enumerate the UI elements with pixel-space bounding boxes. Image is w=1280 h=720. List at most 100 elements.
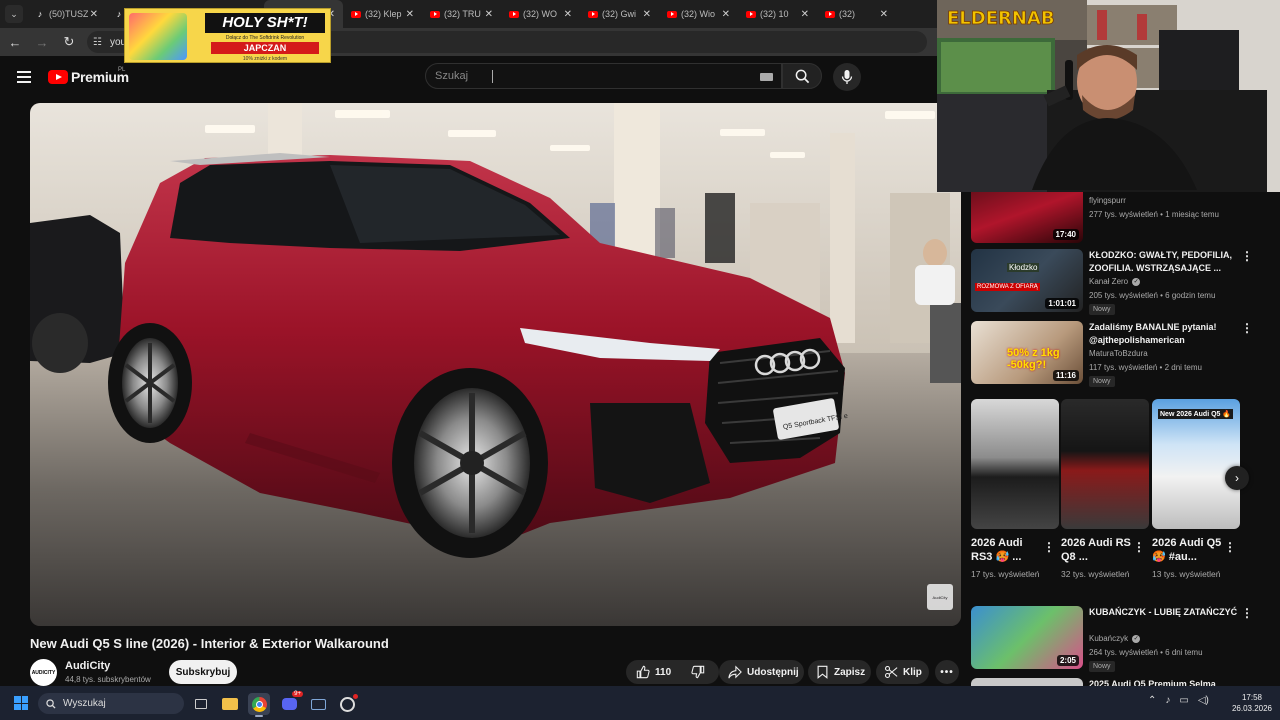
more-options-icon[interactable]: ⋮ [1241,321,1253,335]
webcam-sign: ELDERNAB [947,8,1055,29]
share-button[interactable]: Udostępnij [719,660,804,684]
like-button[interactable]: 110 [626,660,681,684]
short-thumbnail-1[interactable] [1061,399,1149,529]
more-actions-button[interactable]: ••• [935,660,959,684]
more-options-icon[interactable]: ⋮ [1241,249,1253,263]
browser-tab-8[interactable]: (32) Wio ✕ [659,0,738,28]
close-tab-icon[interactable]: ✕ [90,9,98,20]
more-options-icon[interactable]: ⋮ [1043,540,1055,554]
short-title-0[interactable]: 2026 Audi RS3 🥵 ... [971,536,1041,564]
short-views-1: 32 tys. wyświetleń [1061,569,1130,579]
close-tab-icon[interactable]: ✕ [406,9,414,20]
tiktok-icon: ♪ [116,9,122,19]
voice-search-button[interactable] [833,63,861,91]
task-view-icon[interactable] [190,693,212,715]
bookmark-icon [817,665,828,679]
discord-icon[interactable]: 9+ [278,691,303,715]
site-info-icon[interactable]: ☷ [93,37,102,48]
channel-avatar[interactable]: AUDICITY [30,659,57,686]
ad-banner[interactable]: HOLY SH*T! Dołącz do The Softdrink Revol… [124,8,331,63]
back-icon[interactable]: ← [3,30,27,54]
keyboard-icon[interactable] [760,73,773,81]
more-options-icon[interactable]: ⋮ [1224,540,1236,554]
video-channel[interactable]: MaturaToBzdura [1089,349,1148,358]
share-icon [728,665,742,679]
youtube-icon [667,9,677,19]
browser-tab-5[interactable]: (32) TRU ✕ [422,0,501,28]
channel-name[interactable]: AudiCity [65,660,110,672]
search-button[interactable] [782,63,822,89]
obs-icon[interactable] [336,693,358,715]
browser-tab-9[interactable]: (32) 10 ✕ [738,0,817,28]
subscribe-button[interactable]: Subskrybuj [169,660,237,684]
video-channel[interactable]: Kanał Zero ✓ [1089,277,1141,286]
shorts-next-button[interactable]: › [1225,466,1249,490]
file-explorer-icon[interactable] [219,693,241,715]
share-label: Udostępnij [747,666,799,678]
save-label: Zapisz [834,666,866,678]
video-title[interactable]: KUBAŃCZYK - LUBIĘ ZATAŃCZYĆ [1089,606,1239,619]
chrome-icon[interactable] [248,693,270,717]
browser-tab-6[interactable]: (32) WO ✕ [501,0,580,28]
video-title[interactable]: Zadaliśmy BANALNE pytania! @ajthepolisha… [1089,321,1239,347]
close-tab-icon[interactable]: ✕ [880,9,888,20]
ad-brand: JAPCZAN [211,42,319,54]
short-title-1[interactable]: 2026 Audi RS Q8 ... [1061,536,1131,564]
video-channel[interactable]: Kubańczyk ✓ [1089,634,1141,643]
dislike-button[interactable] [681,660,720,684]
close-tab-icon[interactable]: ✕ [801,9,809,20]
channel-watermark[interactable]: AudiCity [927,584,953,610]
thumbs-up-icon [636,665,650,679]
tab-search-icon[interactable]: ⌄ [5,5,23,23]
video-channel[interactable]: flyingspurr [1089,196,1126,205]
video-duration: 1:01:01 [1045,298,1079,309]
system-clock[interactable]: 17:58 26.03.2026 [1228,692,1276,714]
browser-tab-0[interactable]: ♪ (50)TUSZ ✕ [27,0,106,28]
chevron-up-icon[interactable]: ⌃ [1148,695,1156,706]
scissors-icon [884,665,898,679]
video-meta: 117 tys. wyświetleń • 2 dni temu [1089,363,1202,372]
close-tab-icon[interactable]: ✕ [564,9,572,20]
youtube-icon [509,9,519,19]
search-input[interactable]: Szukaj [425,63,782,89]
new-badge: Nowy [1089,661,1115,672]
short-thumbnail-2[interactable]: New 2026 Audi Q5 🔥 [1152,399,1240,529]
short-thumbnail-0[interactable] [971,399,1059,529]
more-options-icon[interactable]: ⋮ [1133,540,1145,554]
youtube-icon [588,9,598,19]
volume-icon[interactable]: ◁) [1198,695,1209,706]
network-icon[interactable]: ▭ [1179,695,1188,706]
close-tab-icon[interactable]: ✕ [485,9,493,20]
microphone-icon[interactable]: ♪ [1165,695,1170,706]
video-thumbnail: 17:40 [971,192,1083,243]
video-title[interactable]: KŁODZKO: GWAŁTY, PEDOFILIA, ZOOFILIA. WS… [1089,249,1239,275]
taskbar-search[interactable]: Wyszukaj [38,693,184,714]
like-dislike-group: 110 [626,660,719,684]
video-title[interactable]: 2025 Audi Q5 Premium Selma [1089,678,1239,686]
tab-label: (32) 10 [760,9,789,19]
youtube-icon [825,9,835,19]
close-tab-icon[interactable]: ✕ [643,9,651,20]
video-meta: 277 tys. wyświetleń • 1 miesiąc temu [1089,210,1219,219]
windows-start-icon[interactable] [14,696,28,710]
browser-tab-7[interactable]: (32) Gwi ✕ [580,0,659,28]
forward-icon[interactable]: → [30,30,54,54]
more-options-icon[interactable]: ⋮ [1241,606,1253,620]
save-button[interactable]: Zapisz [808,660,871,684]
clip-button[interactable]: Klip [876,660,929,684]
browser-tab-10[interactable]: (32) ✕ [817,0,896,28]
video-thumbnail: 50% z 1kg -50kg?! 11:16 [971,321,1083,384]
search-placeholder: Szukaj [435,70,469,82]
ad-product-image [129,13,187,60]
short-title-2[interactable]: 2026 Audi Q5 🥵 #au... [1152,536,1222,564]
reload-icon[interactable]: ↻ [57,30,81,54]
tiktok-icon: ♪ [37,9,43,19]
terminal-icon[interactable] [307,693,329,715]
tab-label: (50)TUSZ [49,9,88,19]
close-tab-icon[interactable]: ✕ [722,9,730,20]
video-player[interactable]: Q5 Sportback TFSI e AudiCity [30,103,961,626]
menu-icon[interactable] [17,71,31,83]
youtube-logo[interactable]: Premium [48,69,129,85]
browser-tab-4[interactable]: (32) Klep ✕ [343,0,422,28]
webcam-overlay: ELDERNAB [937,0,1280,192]
